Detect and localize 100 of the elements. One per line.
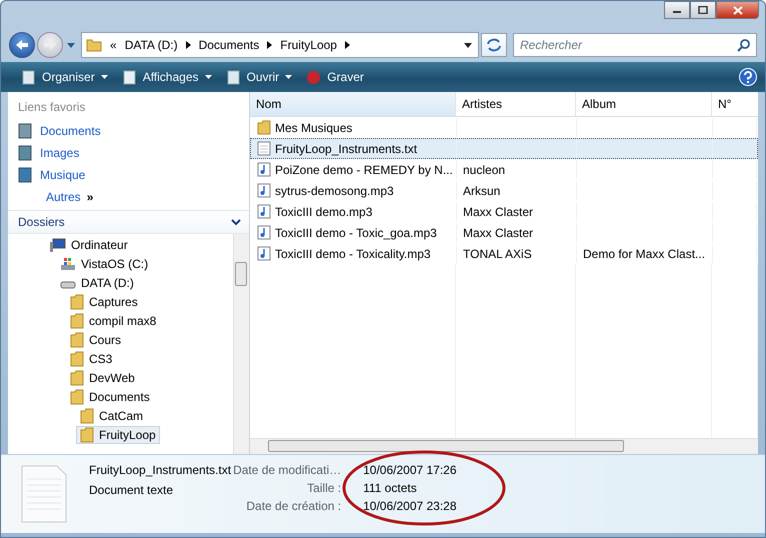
file-row[interactable]: sytrus-demosong.mp3 Arksun: [250, 180, 758, 201]
scrollbar[interactable]: [233, 234, 249, 454]
tree-item[interactable]: CS3: [66, 350, 116, 368]
more-chevron[interactable]: »: [86, 190, 94, 204]
folder-icon: [70, 294, 84, 310]
column-header[interactable]: N°: [712, 92, 758, 116]
property-value: 10/06/2007 17:26: [363, 463, 457, 477]
breadcrumb[interactable]: DATA (D:): [124, 38, 178, 52]
folder-icon: [86, 38, 102, 52]
search-icon: [737, 39, 750, 52]
tree-item[interactable]: Documents: [66, 388, 154, 406]
chevron-icon: [344, 41, 350, 49]
scrollbar[interactable]: [250, 438, 758, 454]
question-mark-icon: [743, 71, 753, 83]
file-name: ToxicIII demo - Toxicality.mp3: [275, 246, 431, 260]
file-row[interactable]: ToxicIII demo - Toxic_goa.mp3 Maxx Claster: [250, 222, 758, 243]
artist-cell: Maxx Claster: [463, 226, 534, 240]
caret-icon: [204, 75, 212, 79]
file-name: PoiZone demo - REMEDY by N...: [275, 162, 453, 176]
music-note-icon: [257, 204, 271, 219]
chevron-icon: [186, 41, 191, 49]
tree-item[interactable]: Cours: [66, 330, 126, 348]
tree-item[interactable]: Captures: [66, 292, 142, 310]
breadcrumb[interactable]: FruityLoop: [280, 38, 337, 52]
toolbar-button[interactable]: Organiser: [17, 66, 112, 88]
file-type: Document texte: [89, 483, 174, 497]
search-field[interactable]: Rechercher: [513, 33, 757, 57]
property-value: 10/06/2007 23:28: [363, 499, 457, 513]
tree-item[interactable]: DATA (D:): [56, 274, 138, 290]
tree-item[interactable]: CatCam: [76, 406, 148, 424]
music-note-icon: [257, 162, 271, 177]
file-row[interactable]: PoiZone demo - REMEDY by N... nucleon: [250, 159, 758, 180]
file-name: Mes Musiques: [275, 120, 352, 134]
tree-item[interactable]: DevWeb: [66, 368, 139, 386]
folder-icon: [80, 426, 94, 442]
artist-cell: nucleon: [463, 162, 506, 176]
breadcrumb[interactable]: Documents: [198, 38, 260, 52]
toolbar-button[interactable]: Affichages: [118, 66, 216, 88]
artist-cell: Maxx Claster: [463, 204, 534, 218]
tree-item[interactable]: compil max8: [66, 312, 160, 330]
music-note-icon: [257, 183, 271, 198]
tree-item[interactable]: VistaOS (C:): [56, 256, 152, 272]
section-title: Liens favoris: [18, 100, 86, 114]
folder-icon: [70, 332, 84, 348]
close-button[interactable]: [716, 1, 759, 19]
favorite-link[interactable]: Documents: [40, 124, 101, 138]
property-label: Date de modificati…: [233, 463, 342, 477]
drive-icon: [60, 256, 76, 270]
folder-icon: [70, 312, 84, 328]
back-button[interactable]: [9, 32, 35, 58]
artist-cell: Arksun: [463, 184, 500, 198]
close-icon: [732, 6, 742, 14]
section-title: Dossiers: [18, 215, 65, 229]
file-row[interactable]: Mes Musiques: [250, 117, 758, 138]
folder-icon: [70, 370, 84, 386]
chevron-icon: [267, 41, 272, 49]
file-row[interactable]: FruityLoop_Instruments.txt: [250, 138, 758, 159]
favorite-link[interactable]: Musique: [40, 168, 86, 182]
left-arrow-icon: [15, 39, 29, 51]
property-label: Taille :: [307, 481, 342, 495]
caret-icon: [100, 75, 108, 79]
column-header[interactable]: Album: [576, 92, 712, 116]
caret-icon: [67, 42, 75, 48]
folder-icon: [70, 388, 84, 404]
music-note-icon: [257, 225, 271, 240]
dropdown-icon[interactable]: [464, 42, 472, 48]
tree-item[interactable]: FruityLoop: [76, 426, 160, 444]
toolbar-button[interactable]: Graver: [302, 66, 368, 88]
file-name: sytrus-demosong.mp3: [275, 184, 394, 198]
maximize-icon: [698, 6, 708, 14]
file-name: FruityLoop_Instruments.txt: [89, 463, 232, 477]
help-button[interactable]: [739, 68, 757, 86]
refresh-icon: [486, 38, 502, 52]
document-icon: [21, 465, 67, 523]
tree-item[interactable]: Ordinateur: [46, 236, 132, 252]
file-name: ToxicIII demo.mp3: [275, 204, 372, 218]
artist-cell: TONAL AXiS: [463, 246, 532, 260]
maximize-button[interactable]: [690, 1, 716, 19]
collapse-icon[interactable]: [231, 218, 241, 226]
more-link[interactable]: Autres: [46, 190, 81, 204]
property-label: Date de création :: [246, 499, 342, 513]
column-header[interactable]: Artistes: [456, 92, 576, 116]
minimize-button[interactable]: [664, 1, 690, 19]
column-header[interactable]: Nom: [250, 92, 456, 116]
file-row[interactable]: ToxicIII demo - Toxicality.mp3 TONAL AXiS Demo for Maxx Clast...: [250, 243, 758, 264]
file-name: FruityLoop_Instruments.txt: [275, 142, 418, 156]
file-row[interactable]: ToxicIII demo.mp3 Maxx Claster: [250, 201, 758, 222]
address-bar[interactable]: « DATA (D:) Documents FruityLoop: [81, 32, 479, 58]
favorite-link[interactable]: Images: [40, 146, 80, 160]
folder-icon: [257, 120, 271, 135]
music-note-icon: [257, 246, 271, 261]
toolbar-button[interactable]: Ouvrir: [222, 66, 296, 88]
folder-icon: [80, 408, 94, 424]
overflow-chevron[interactable]: «: [110, 38, 117, 52]
property-value: 111 octets: [363, 481, 418, 495]
document-icon: [257, 141, 271, 156]
album-cell: Demo for Maxx Clast...: [583, 246, 706, 260]
refresh-button[interactable]: [481, 33, 507, 57]
file-name: ToxicIII demo - Toxic_goa.mp3: [275, 226, 437, 240]
computer-icon: [50, 238, 66, 252]
